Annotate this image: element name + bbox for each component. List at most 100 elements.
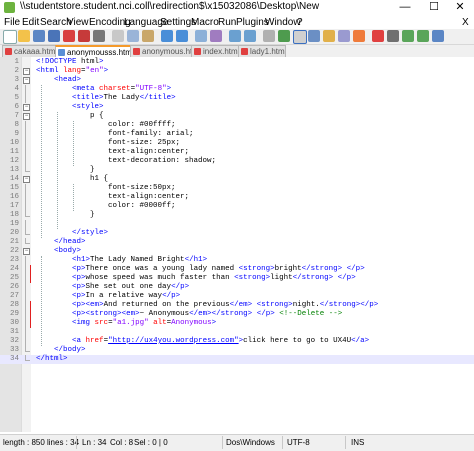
close-button[interactable]: ✕ [446,0,474,15]
menu-run[interactable]: Run [218,17,236,28]
fold-line [25,130,26,139]
open-file-icon[interactable] [18,30,30,42]
code-line[interactable]: 23 <h1>The Lady Named Bright</h1> [0,256,474,265]
menu-file[interactable]: File [4,17,20,28]
run-macro-multiple-icon[interactable] [417,30,429,42]
status-separator [222,436,223,449]
menu-window[interactable]: Window [265,17,301,28]
code-line[interactable]: 13 } [0,166,474,175]
show-all-chars-icon[interactable] [293,30,307,44]
code-line[interactable]: 22− <body> [0,247,474,256]
code-line[interactable]: 34 </html> [0,355,474,364]
status-eol[interactable]: Dos\Windows [226,438,275,447]
fold-toggle-icon[interactable]: − [23,104,30,111]
menu-view[interactable]: View [67,17,89,28]
code-line[interactable]: 8 color: #00ffff; [0,121,474,130]
tab-lady1[interactable]: lady1.html [238,45,286,57]
code-line[interactable]: 16 text-align:center; [0,193,474,202]
status-insert-mode[interactable]: INS [351,438,364,447]
line-number: 12 [9,157,19,165]
save-all-icon[interactable] [48,30,60,42]
menu-plugins[interactable]: Plugins [236,17,269,28]
code-line[interactable]: 7− p { [0,112,474,121]
fold-end-marker [25,166,30,172]
cut-icon[interactable] [112,30,124,42]
menu-macro[interactable]: Macro [191,17,219,28]
line-number: 14 [9,175,19,183]
folder-workspace-icon[interactable] [353,30,365,42]
fold-toggle-icon[interactable]: − [23,68,30,75]
maximize-button[interactable]: ☐ [420,0,448,15]
zoom-in-icon[interactable] [229,30,241,42]
code-line[interactable]: 17 color: #0000ff; [0,202,474,211]
code-line[interactable]: 3− <head> [0,76,474,85]
redo-icon[interactable] [176,30,188,42]
tab-anonymous[interactable]: anonymous.html [130,45,192,57]
close-file-icon[interactable] [63,30,75,42]
line-number: 22 [9,247,19,255]
code-line[interactable]: 4 <meta charset="UTF-8"> [0,85,474,94]
minimize-button[interactable]: — [391,0,419,15]
paste-icon[interactable] [142,30,154,42]
code-text: <meta charset="UTF-8"> [72,85,172,93]
code-line[interactable]: 28 <p><em>And returned on the previous</… [0,301,474,310]
code-line[interactable]: 9 font-family: arial; [0,130,474,139]
close-all-icon[interactable] [78,30,90,42]
replace-icon[interactable] [210,30,222,42]
find-icon[interactable] [195,30,207,42]
code-line[interactable]: 11 text-align:center; [0,148,474,157]
code-line[interactable]: 32 <a href="http://ux4you.wordpress.com"… [0,337,474,346]
fold-toggle-icon[interactable]: − [23,113,30,120]
play-macro-icon[interactable] [402,30,414,42]
code-line[interactable]: 29 <p><strong><em>~ Anonymous</em></stro… [0,310,474,319]
sync-scroll-icon[interactable] [263,30,275,42]
menu-edit[interactable]: Edit [22,17,39,28]
save-icon[interactable] [33,30,45,42]
code-line[interactable]: 24 <p>There once was a young lady named … [0,265,474,274]
line-number: 11 [9,148,19,156]
code-line[interactable]: 33 </body> [0,346,474,355]
code-line[interactable]: 1 <!DOCTYPE html> [0,58,474,67]
code-line[interactable]: 20 </style> [0,229,474,238]
stop-macro-icon[interactable] [387,30,399,42]
status-encoding[interactable]: UTF-8 [287,438,310,447]
copy-icon[interactable] [127,30,139,42]
code-line[interactable]: 5 <title>The Lady</title> [0,94,474,103]
doc-map-icon[interactable] [323,30,335,42]
undo-icon[interactable] [161,30,173,42]
fold-toggle-icon[interactable]: − [23,248,30,255]
fold-toggle-icon[interactable]: − [23,176,30,183]
code-line[interactable]: 31 [0,328,474,337]
code-line[interactable]: 27 <p>In a relative way</p> [0,292,474,301]
tab-cakaaa[interactable]: cakaaa.html [2,45,56,57]
zoom-out-icon[interactable] [244,30,256,42]
code-line[interactable]: 2− <html lang="en"> [0,67,474,76]
code-line[interactable]: 21 </head> [0,238,474,247]
code-line[interactable]: 30 <img src="a1.jpg" alt=Anonymous> [0,319,474,328]
tab-anonymousss[interactable]: anonymousss.html [55,45,131,57]
code-line[interactable]: 26 <p>She set out one day</p> [0,283,474,292]
code-line[interactable]: 6− <style> [0,103,474,112]
code-editor[interactable]: 1 <!DOCTYPE html> 2− <html lang="en"> 3− <he… [0,57,474,432]
menu-help[interactable]: ? [297,17,303,28]
code-line[interactable]: 10 font-size: 25px; [0,139,474,148]
code-line[interactable]: 25 <p>whose speed was much faster than <… [0,274,474,283]
print-icon[interactable] [93,30,105,42]
code-text: <title>The Lady</title> [72,94,176,102]
record-macro-icon[interactable] [372,30,384,42]
new-file-icon[interactable] [3,30,17,44]
word-wrap-icon[interactable] [278,30,290,42]
code-line[interactable]: 18 } [0,211,474,220]
fold-toggle-icon[interactable]: − [23,77,30,84]
function-list-icon[interactable] [338,30,350,42]
code-line[interactable]: 15 font-size:50px; [0,184,474,193]
code-line[interactable]: 14− h1 { [0,175,474,184]
tab-index[interactable]: index.html [191,45,239,57]
save-macro-icon[interactable] [432,30,444,42]
code-text: <body> [54,247,82,255]
fold-line [25,121,26,130]
indent-guide-icon[interactable] [308,30,320,42]
code-line[interactable]: 12 text-decoration: shadow; [0,157,474,166]
menu-close-doc[interactable]: X [462,17,469,28]
code-line[interactable]: 19 [0,220,474,229]
